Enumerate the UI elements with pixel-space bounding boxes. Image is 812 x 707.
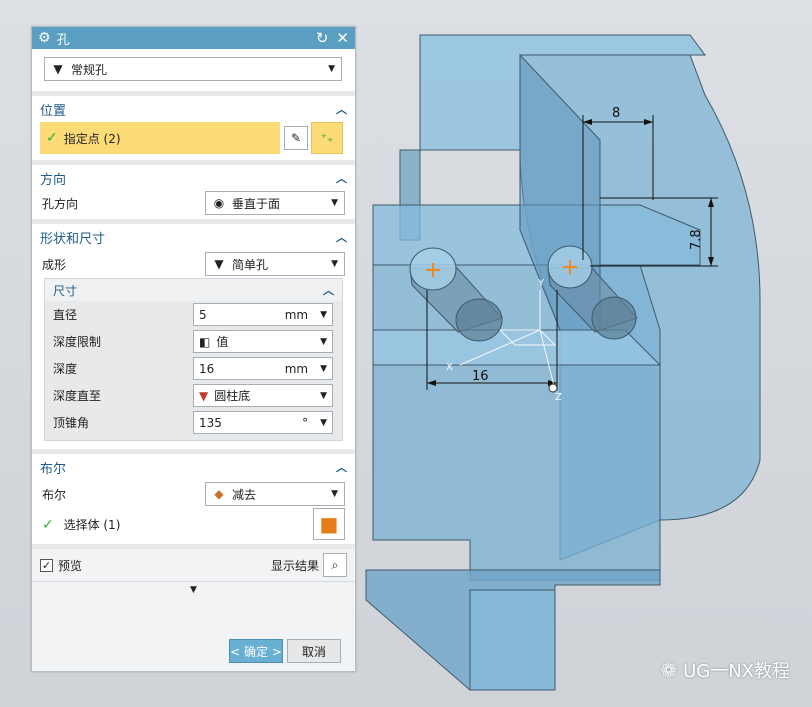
close-icon[interactable]: ✕	[336, 29, 349, 47]
position-header-label: 位置	[40, 103, 67, 119]
depth-limit-label: 深度限制	[53, 335, 102, 349]
boolean-header-label: 布尔	[40, 461, 67, 477]
depth-label: 深度	[53, 362, 78, 376]
position-header[interactable]: 位置 ︿	[32, 96, 355, 122]
hole-direction-value: 垂直于面	[232, 196, 281, 211]
shape-section: 形状和尺寸 ︿ 成形 ▼ 简单孔 ▼ 尺寸 ︿ 直径 5 mm ▼ 深度限制 ◧…	[32, 224, 355, 454]
chevron-down-icon: ▼	[320, 336, 327, 347]
collapse-icon[interactable]: ︿	[336, 101, 347, 117]
chevron-down-icon: ▼	[320, 390, 327, 401]
expand-more-icon[interactable]: ▼	[32, 581, 355, 597]
chevron-down-icon: ▼	[331, 198, 338, 208]
collapse-icon[interactable]: ︿	[323, 282, 334, 298]
direction-header[interactable]: 方向 ︿	[32, 165, 355, 191]
diameter-label: 直径	[53, 308, 78, 322]
axis-y-label: Y	[537, 278, 545, 289]
specify-point-label: 指定点 (2)	[63, 131, 121, 146]
boolean-label: 布尔	[42, 487, 67, 502]
wechat-icon: ❁	[660, 658, 678, 682]
collapse-icon[interactable]: ︿	[336, 229, 347, 245]
depth-value: 16	[199, 361, 215, 376]
depth-limit-select[interactable]: ◧ 值 ▼	[193, 330, 333, 353]
cylinder-bottom-icon: ▼	[199, 388, 209, 403]
preview-label: 预览	[58, 558, 83, 573]
show-result-label: 显示结果	[270, 558, 319, 573]
checkbox-checked-icon[interactable]: ✓	[40, 558, 53, 572]
select-body-label: 选择体 (1)	[63, 517, 121, 532]
diameter-value: 5	[199, 307, 207, 322]
value-cube-icon: ◧	[199, 334, 211, 349]
cancel-button[interactable]: 取消	[287, 639, 341, 663]
collapse-icon[interactable]: ︿	[336, 170, 347, 186]
preview-checkbox[interactable]: ✓ 预览	[40, 557, 82, 574]
ok-button[interactable]: < 确定 >	[229, 639, 283, 663]
form-label: 成形	[42, 257, 67, 272]
subtract-icon: ◆	[214, 487, 224, 501]
boolean-select[interactable]: ◆ 减去 ▼	[205, 482, 345, 506]
depth-to-select[interactable]: ▼ 圆柱底 ▼	[193, 384, 333, 407]
tip-angle-value: 135	[199, 415, 222, 430]
dimensions-header-label: 尺寸	[53, 283, 78, 298]
point-dialog-button[interactable]: ⁺₊	[311, 122, 343, 154]
direction-header-label: 方向	[40, 172, 67, 188]
depth-to-value: 圆柱底	[214, 389, 251, 403]
form-select[interactable]: ▼ 简单孔 ▼	[205, 252, 345, 276]
depth-unit: mm	[284, 361, 309, 376]
chevron-down-icon[interactable]: ▼	[320, 364, 327, 374]
check-icon: ✓	[42, 516, 54, 533]
chevron-down-icon: ▼	[331, 489, 338, 499]
axis-x-label: X	[446, 362, 453, 373]
chevron-down-icon[interactable]: ▼	[320, 310, 327, 320]
select-body-row[interactable]: ✓ 选择体 (1)	[42, 516, 120, 533]
depth-input[interactable]: 16 mm ▼	[193, 357, 333, 380]
normal-to-face-icon: ◉	[213, 196, 225, 210]
reset-icon[interactable]: ↻	[316, 29, 329, 47]
hole-type-value: 常规孔	[71, 62, 108, 77]
depth-to-label: 深度直至	[53, 389, 102, 403]
boolean-section: 布尔 ︿ 布尔 ◆ 减去 ▼ ✓ 选择体 (1) ■	[32, 454, 355, 549]
hole-dialog: ⚙ 孔 ↻ ✕ ▼ 常规孔 ▼ 位置 ︿ ✓ 指定点 (2) ✎ ⁺₊ 方向 ︿	[31, 26, 356, 672]
watermark: ❁ UG一NX教程	[660, 657, 790, 683]
axis-z-label: Z	[555, 392, 562, 403]
tip-angle-unit: °	[302, 415, 309, 430]
direction-section: 方向 ︿ 孔方向 ◉ 垂直于面 ▼	[32, 165, 355, 224]
select-body-button[interactable]: ■	[313, 508, 345, 540]
diameter-unit: mm	[284, 307, 309, 322]
dimension-label-top: 8	[612, 106, 620, 121]
boolean-header[interactable]: 布尔 ︿	[32, 454, 355, 480]
specify-point-row[interactable]: ✓ 指定点 (2)	[40, 122, 280, 154]
shape-header[interactable]: 形状和尺寸 ︿	[32, 224, 355, 250]
hole-type-icon: ▼	[53, 62, 63, 76]
sketch-section-button[interactable]: ✎	[284, 126, 308, 150]
watermark-text: UG一NX教程	[683, 661, 790, 682]
depth-limit-value: 值	[216, 335, 229, 349]
magnifier-icon[interactable]: ⌕	[323, 553, 347, 577]
dimensions-header[interactable]: 尺寸 ︿	[45, 279, 342, 301]
diameter-input[interactable]: 5 mm ▼	[193, 303, 333, 326]
dialog-titlebar: ⚙ 孔 ↻ ✕	[32, 27, 355, 49]
check-icon: ✓	[46, 130, 58, 146]
dimension-label-right: 7.8	[689, 229, 704, 250]
gear-icon[interactable]: ⚙	[38, 30, 51, 46]
tip-angle-label: 顶锥角	[53, 416, 90, 430]
chevron-down-icon: ▼	[331, 259, 338, 269]
hole-direction-label: 孔方向	[42, 196, 79, 211]
position-section: 位置 ︿ ✓ 指定点 (2) ✎ ⁺₊	[32, 96, 355, 165]
collapse-icon[interactable]: ︿	[336, 459, 347, 475]
shape-header-label: 形状和尺寸	[40, 231, 106, 247]
hole-type-select[interactable]: ▼ 常规孔 ▼	[44, 57, 342, 81]
dimensions-group: 尺寸 ︿ 直径 5 mm ▼ 深度限制 ◧ 值 ▼ 深度 16 mm ▼ 深度直…	[44, 278, 343, 441]
boolean-value: 减去	[232, 487, 257, 502]
dialog-title: 孔	[56, 32, 70, 48]
tip-angle-input[interactable]: 135 ° ▼	[193, 411, 333, 434]
hole-direction-select[interactable]: ◉ 垂直于面 ▼	[205, 191, 345, 215]
dimension-label-bottom: 16	[472, 369, 489, 384]
simple-hole-icon: ▼	[214, 257, 224, 271]
chevron-down-icon: ▼	[328, 64, 335, 74]
form-value: 简单孔	[232, 257, 269, 272]
chevron-down-icon[interactable]: ▼	[320, 418, 327, 428]
